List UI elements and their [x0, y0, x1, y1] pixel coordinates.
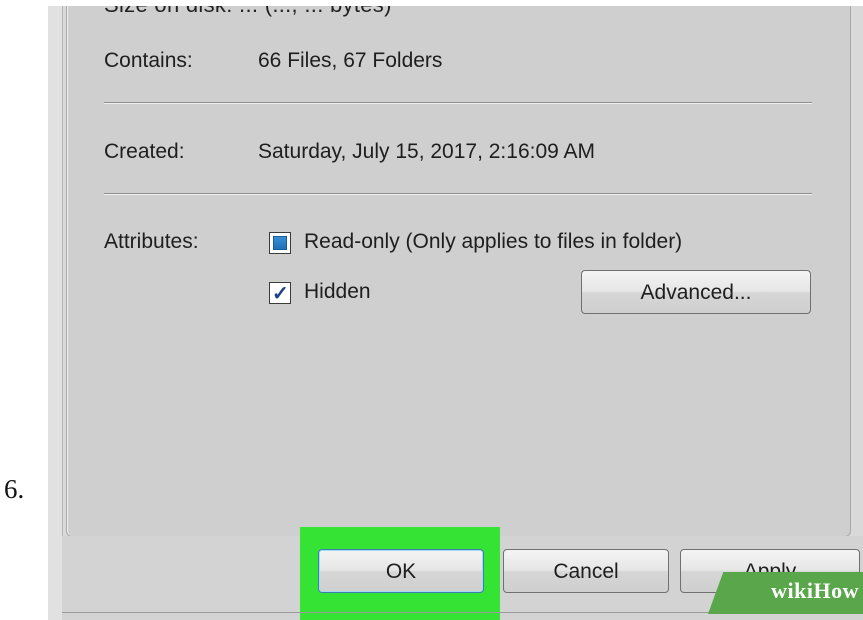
hidden-label[interactable]: Hidden — [304, 280, 371, 304]
properties-dialog-screenshot: Size on disk: ... (..., ... bytes) Conta… — [48, 6, 863, 620]
step-number: 6. — [4, 474, 25, 504]
cancel-button[interactable]: Cancel — [503, 549, 669, 593]
created-label: Created: — [104, 140, 185, 163]
hidden-checkbox[interactable]: ✓ — [269, 282, 291, 305]
read-only-label[interactable]: Read-only (Only applies to files in fold… — [304, 230, 682, 254]
contains-label: Contains: — [104, 49, 193, 72]
advanced-button[interactable]: Advanced... — [581, 270, 811, 314]
dialog-left-frame — [48, 6, 63, 620]
contains-value: 66 Files, 67 Folders — [258, 49, 443, 72]
created-value: Saturday, July 15, 2017, 2:16:09 AM — [258, 140, 595, 163]
size-on-disk-row-cut-off: Size on disk: ... (..., ... bytes) — [104, 6, 392, 18]
read-only-checkbox[interactable] — [269, 232, 291, 254]
attributes-label: Attributes: — [104, 230, 199, 253]
wikihow-watermark: wikiHow — [771, 578, 859, 603]
separator — [104, 193, 812, 195]
separator — [104, 102, 812, 104]
checkmark-icon: ✓ — [272, 283, 289, 305]
ok-button[interactable]: OK — [318, 549, 484, 593]
